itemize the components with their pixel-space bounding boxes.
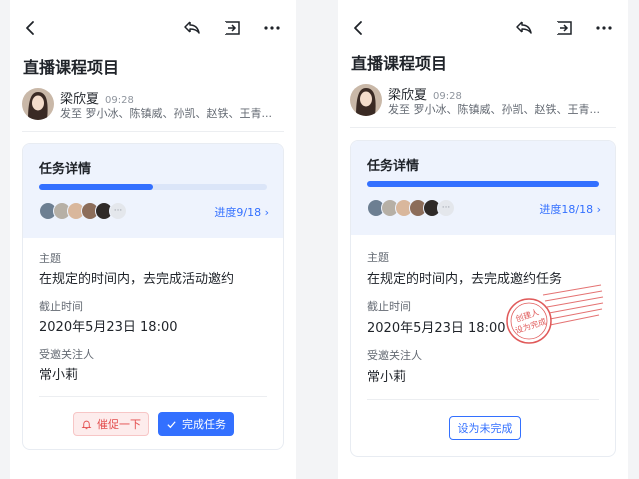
progress-link[interactable]: 进度9/18 › (214, 204, 269, 220)
deadline-label: 截止时间 (39, 300, 83, 313)
chevron-right-icon: › (264, 206, 269, 219)
back-icon[interactable] (350, 16, 368, 40)
subject-label: 主题 (39, 252, 61, 265)
task-card-header: 任务详情 ··· 进度18/18 › (351, 141, 615, 235)
top-bar (338, 16, 628, 40)
background-left-edge (0, 0, 10, 479)
reply-icon[interactable] (182, 18, 202, 38)
task-card-header: 任务详情 ··· 进度9/18 › (23, 144, 283, 238)
divider (22, 131, 284, 132)
top-bar (10, 16, 296, 40)
completed-stamp: 创建人 设为完成 (506, 284, 604, 344)
task-card: 任务详情 ··· 进度9/18 › 主题 在规定的时间内，去完成活动邀约 截止时… (22, 143, 284, 450)
card-divider (39, 396, 267, 397)
progress-link[interactable]: 进度18/18 › (539, 201, 601, 217)
bell-icon (81, 420, 92, 429)
sender-row: 梁欣夏 09:28 发至 罗小冰、陈镇威、孙凯、赵铁、王青... (22, 88, 284, 122)
page-title: 直播课程项目 (351, 54, 448, 73)
more-icon[interactable] (262, 18, 282, 38)
page-title: 直播课程项目 (23, 58, 120, 77)
avatar[interactable] (350, 84, 382, 116)
assignee-avatars[interactable]: ··· (39, 202, 127, 222)
check-icon (167, 420, 176, 428)
background-gutter (296, 0, 338, 479)
sender-row: 梁欣夏 09:28 发至 罗小冰、陈镇威、孙凯、赵铁、王青... (350, 84, 616, 118)
reply-icon[interactable] (514, 18, 534, 38)
divider (350, 127, 616, 128)
chevron-right-icon: › (596, 203, 601, 216)
progress-bar (367, 181, 599, 187)
follower-label: 受邀关注人 (39, 348, 94, 361)
complete-task-button[interactable]: 完成任务 (158, 412, 234, 436)
recipients[interactable]: 发至 罗小冰、陈镇威、孙凯、赵铁、王青... (60, 105, 284, 121)
card-divider (367, 399, 599, 400)
task-card: 任务详情 ··· 进度18/18 › 主题 在规定的时间内，去完成邀约任务 截止… (350, 140, 616, 457)
progress-bar (39, 184, 267, 190)
subject-label: 主题 (367, 251, 389, 264)
recipients[interactable]: 发至 罗小冰、陈镇威、孙凯、赵铁、王青... (388, 101, 616, 117)
more-avatars: ··· (437, 199, 455, 217)
assignee-avatars[interactable]: ··· (367, 199, 455, 219)
task-detail-screen-in-progress: 直播课程项目 梁欣夏 09:28 发至 罗小冰、陈镇威、孙凯、赵铁、王青... 任… (10, 0, 296, 479)
back-icon[interactable] (22, 16, 40, 40)
deadline-value: 2020年5月23日 18:00 (367, 321, 506, 336)
more-icon[interactable] (594, 18, 614, 38)
remind-button[interactable]: 催促一下 (73, 412, 149, 436)
background-right-edge (628, 0, 639, 479)
subject-value: 在规定的时间内，去完成活动邀约 (39, 272, 235, 287)
task-detail-screen-completed: 直播课程项目 梁欣夏 09:28 发至 罗小冰、陈镇威、孙凯、赵铁、王青... 任… (338, 0, 628, 479)
deadline-value: 2020年5月23日 18:00 (39, 320, 178, 335)
progress-fill (367, 181, 599, 187)
avatar[interactable] (22, 88, 54, 120)
follower-value: 常小莉 (367, 370, 407, 385)
mark-incomplete-button[interactable]: 设为未完成 (449, 416, 521, 440)
deadline-label: 截止时间 (367, 300, 411, 313)
forward-icon[interactable] (554, 18, 574, 38)
follower-label: 受邀关注人 (367, 349, 422, 362)
follower-value: 常小莉 (39, 368, 79, 383)
task-card-title: 任务详情 (367, 159, 420, 174)
task-card-title: 任务详情 (39, 162, 92, 177)
forward-icon[interactable] (222, 18, 242, 38)
progress-fill (39, 184, 153, 190)
more-avatars: ··· (109, 202, 127, 220)
